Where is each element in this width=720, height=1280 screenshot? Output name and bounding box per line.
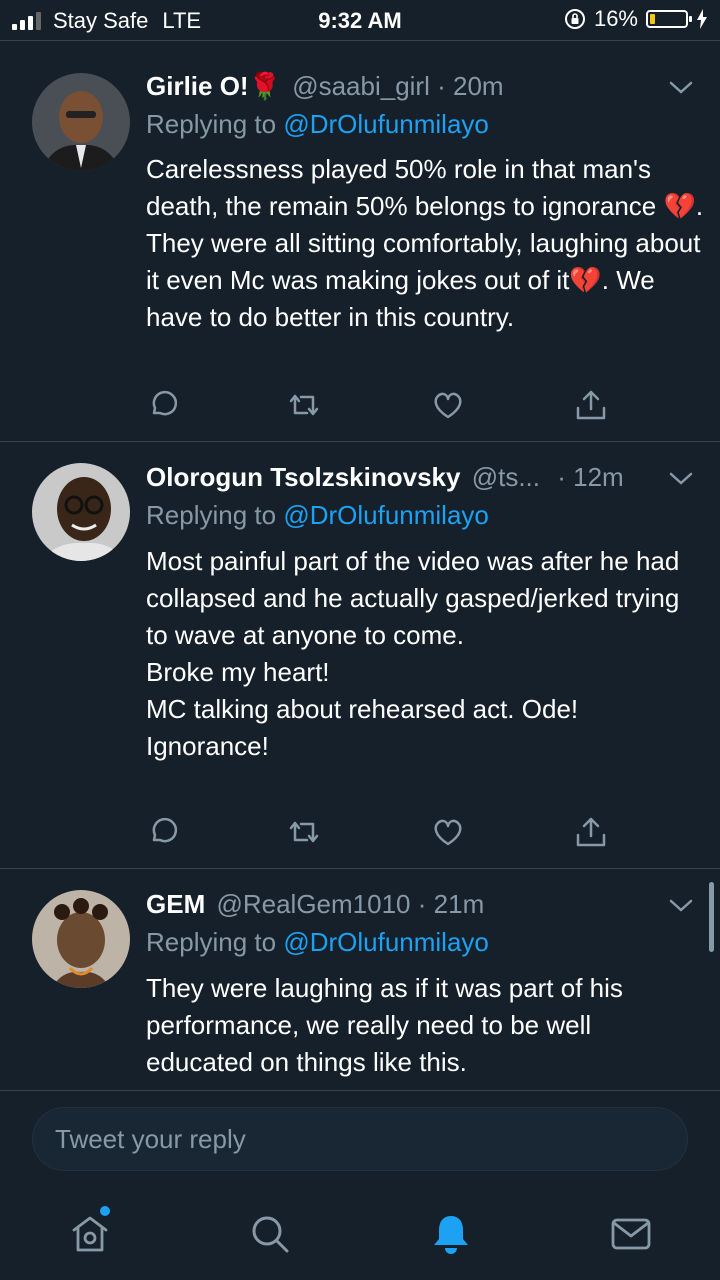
reply-icon[interactable] [146,388,180,422]
replying-label: Replying to [146,500,284,530]
replying-to: Replying to @DrOlufunmilayo [146,109,489,140]
display-name[interactable]: GEM [146,889,205,919]
username[interactable]: @ts... [472,462,540,492]
chevron-down-icon[interactable] [668,79,694,97]
tweet[interactable]: Olorogun Tsolzskinovsky @ts... · 12m Rep… [0,441,720,869]
tweet[interactable]: Girlie O!🌹 @saabi_girl · 20m Replying to… [0,41,720,442]
charging-icon [697,9,707,29]
tweet-text-line: MC talking about rehearsed act. Ode! Ign… [146,694,579,761]
tweet-header: Olorogun Tsolzskinovsky @ts... · 12m [146,462,624,493]
battery-area: 16% [564,6,708,32]
reply-icon[interactable] [146,815,180,849]
username[interactable]: @RealGem1010 [216,889,410,919]
search-icon[interactable] [248,1212,292,1256]
avatar[interactable] [32,890,130,988]
tweet-text: Most painful part of the video was after… [146,543,706,765]
timestamp: · 12m [557,462,624,492]
tweet-text-line: Most painful part of the video was after… [146,546,680,650]
replying-to: Replying to @DrOlufunmilayo [146,500,489,531]
tweet-text: Carelessness played 50% role in that man… [146,154,704,332]
display-name[interactable]: Girlie O!🌹 [146,71,281,101]
tweet-header: GEM @RealGem1010 · 21m [146,889,484,920]
battery-percent: 16% [593,6,638,31]
tweet-text-line: Broke my heart! [146,657,330,687]
home-icon[interactable] [68,1212,112,1256]
chevron-down-icon[interactable] [668,470,694,488]
replying-to: Replying to @DrOlufunmilayo [146,927,489,958]
retweet-icon[interactable] [287,815,321,849]
like-icon[interactable] [431,388,465,422]
status-bar: Stay Safe LTE 9:32 AM 16% [0,0,720,40]
notifications-icon[interactable] [429,1212,473,1256]
replying-label: Replying to [146,927,284,957]
battery-icon [646,10,692,28]
messages-icon[interactable] [609,1212,653,1256]
notification-dot [100,1206,110,1216]
mention-link[interactable]: @DrOlufunmilayo [283,927,489,957]
mention-link[interactable]: @DrOlufunmilayo [283,109,489,139]
avatar[interactable] [32,73,130,171]
tweet-text: They were laughing as if it was part of … [146,973,623,1077]
replying-label: Replying to [146,109,284,139]
tab-bar [0,1190,720,1280]
chevron-down-icon[interactable] [668,897,694,915]
avatar[interactable] [32,463,130,561]
tweet-actions [146,815,616,855]
tweet[interactable]: GEM @RealGem1010 · 21m Replying to @DrOl… [0,868,720,1090]
mention-link[interactable]: @DrOlufunmilayo [283,500,489,530]
orientation-lock-icon [564,9,585,29]
reply-input[interactable]: Tweet your reply [32,1107,688,1171]
timestamp: · 21m [417,889,485,919]
tweet-actions [146,388,616,428]
tweet-header: Girlie O!🌹 @saabi_girl · 20m [146,71,504,102]
username[interactable]: @saabi_girl [292,71,430,101]
scrollbar[interactable] [709,882,714,952]
like-icon[interactable] [431,815,465,849]
share-icon[interactable] [574,388,608,422]
retweet-icon[interactable] [287,388,321,422]
reply-composer: Tweet your reply [0,1090,720,1191]
share-icon[interactable] [574,815,608,849]
display-name[interactable]: Olorogun Tsolzskinovsky [146,462,460,492]
timestamp: · 20m [437,71,504,101]
